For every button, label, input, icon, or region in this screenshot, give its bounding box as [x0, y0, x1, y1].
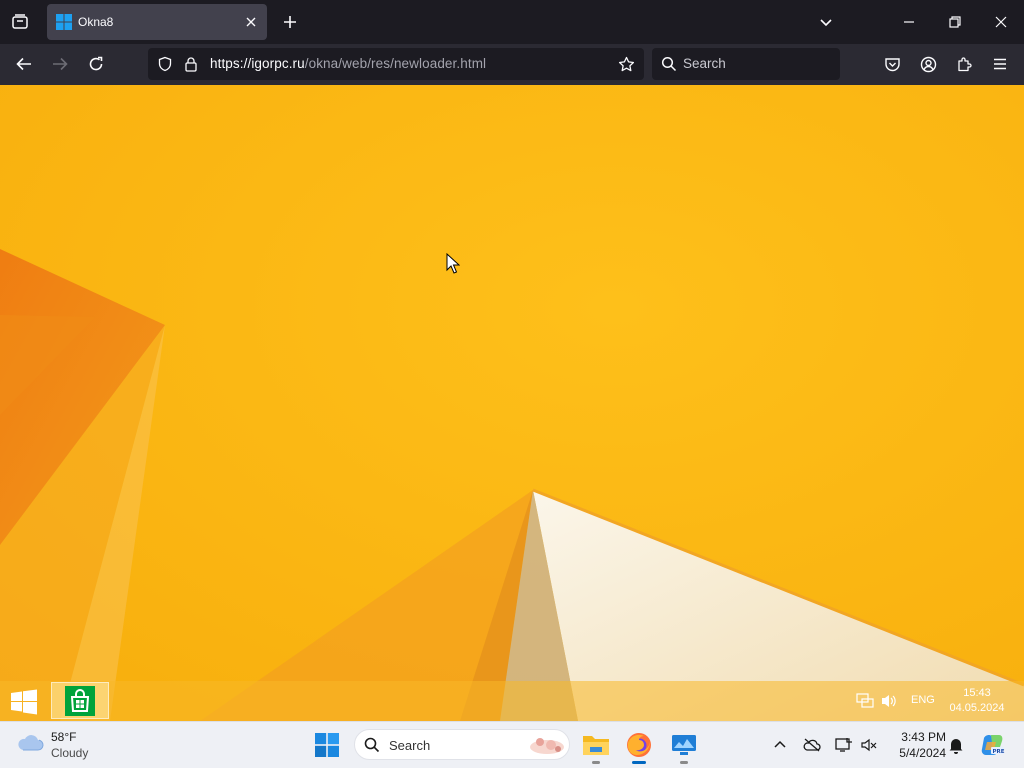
- tab-okna8[interactable]: Okna8: [47, 4, 267, 40]
- cloudy-weather-icon: [18, 735, 44, 751]
- search-bar[interactable]: Search: [652, 48, 840, 80]
- browser-tab-bar: Okna8: [0, 0, 1024, 44]
- restore-icon[interactable]: [939, 6, 971, 38]
- shield-icon[interactable]: [157, 56, 173, 72]
- win8-taskbar: ENG 15:43 04.05.2024: [0, 681, 1024, 721]
- windows11-logo-icon: [315, 733, 339, 757]
- notification-bell-icon[interactable]: [940, 729, 972, 761]
- forward-icon[interactable]: [44, 48, 76, 80]
- onedrive-offline-icon[interactable]: [796, 729, 828, 761]
- extensions-icon[interactable]: [948, 48, 980, 80]
- network-icon[interactable]: [856, 693, 874, 709]
- search-icon: [364, 737, 380, 753]
- url-bar[interactable]: https://igorpc.ru/okna/web/res/newloader…: [148, 48, 644, 80]
- account-icon[interactable]: [912, 48, 944, 80]
- win8-clock-date: 04.05.2024: [949, 702, 1005, 714]
- remote-desktop-icon: [672, 735, 696, 755]
- copilot-icon[interactable]: PRE: [976, 729, 1008, 761]
- win8-store-button[interactable]: [51, 682, 109, 719]
- tab-list-icon[interactable]: [4, 6, 36, 38]
- taskbar-search[interactable]: Search: [354, 729, 570, 760]
- clock-time: 3:43 PM: [901, 730, 946, 744]
- weather-condition: Cloudy: [51, 746, 89, 760]
- svg-text:PRE: PRE: [993, 749, 1005, 755]
- file-explorer-button[interactable]: [579, 728, 613, 764]
- windows-logo-icon: [11, 689, 37, 715]
- browser-toolbar: https://igorpc.ru/okna/web/res/newloader…: [0, 44, 1024, 85]
- url-path: /okna/web/res/newloader.html: [304, 56, 487, 71]
- running-indicator: [680, 761, 688, 764]
- close-window-icon[interactable]: [985, 6, 1017, 38]
- system-clock[interactable]: 3:43 PM 5/4/2024: [888, 729, 946, 761]
- folder-icon: [583, 736, 609, 755]
- running-indicator: [592, 761, 600, 764]
- remote-desktop-button[interactable]: [667, 728, 701, 764]
- minimize-icon[interactable]: [893, 6, 925, 38]
- new-tab-icon[interactable]: [274, 6, 306, 38]
- language-indicator[interactable]: ENG: [911, 694, 935, 706]
- clock-date: 5/4/2024: [899, 746, 946, 760]
- win8-clock[interactable]: 15:43 04.05.2024: [947, 686, 1007, 716]
- win8-wallpaper: [0, 85, 1024, 721]
- windows-logo-icon: [56, 14, 72, 30]
- reload-icon[interactable]: [80, 48, 112, 80]
- close-tab-icon[interactable]: [241, 12, 261, 32]
- pocket-icon[interactable]: [876, 48, 908, 80]
- windows-taskbar: 58°F Cloudy Search 3:43 PM 5/4/2024 PRE: [0, 721, 1024, 768]
- start-button[interactable]: [310, 728, 344, 762]
- weather-temperature: 58°F: [51, 730, 77, 744]
- list-all-tabs-icon[interactable]: [810, 6, 842, 38]
- back-icon[interactable]: [8, 48, 40, 80]
- menu-icon[interactable]: [984, 48, 1016, 80]
- search-placeholder: Search: [683, 56, 726, 71]
- volume-icon[interactable]: [880, 693, 898, 709]
- bookmark-star-icon[interactable]: [618, 56, 635, 73]
- store-icon: [65, 686, 95, 716]
- win8-start-button[interactable]: [10, 689, 38, 715]
- win8-clock-time: 15:43: [963, 687, 991, 699]
- search-highlight-icon: [530, 738, 564, 754]
- firefox-button[interactable]: [622, 728, 656, 764]
- show-hidden-icons-chevron-up-icon[interactable]: [764, 729, 796, 761]
- taskbar-search-placeholder: Search: [389, 738, 431, 753]
- mouse-cursor-icon: [446, 253, 460, 274]
- url-host: https://igorpc.ru: [210, 56, 305, 71]
- active-indicator: [632, 761, 646, 764]
- win8-desktop[interactable]: ENG 15:43 04.05.2024: [0, 85, 1024, 721]
- firefox-icon: [627, 733, 651, 757]
- url-text[interactable]: https://igorpc.ru/okna/web/res/newloader…: [210, 56, 486, 71]
- lock-icon[interactable]: [183, 56, 199, 72]
- volume-muted-icon[interactable]: [853, 729, 885, 761]
- tab-title: Okna8: [78, 15, 114, 29]
- search-icon: [661, 56, 677, 72]
